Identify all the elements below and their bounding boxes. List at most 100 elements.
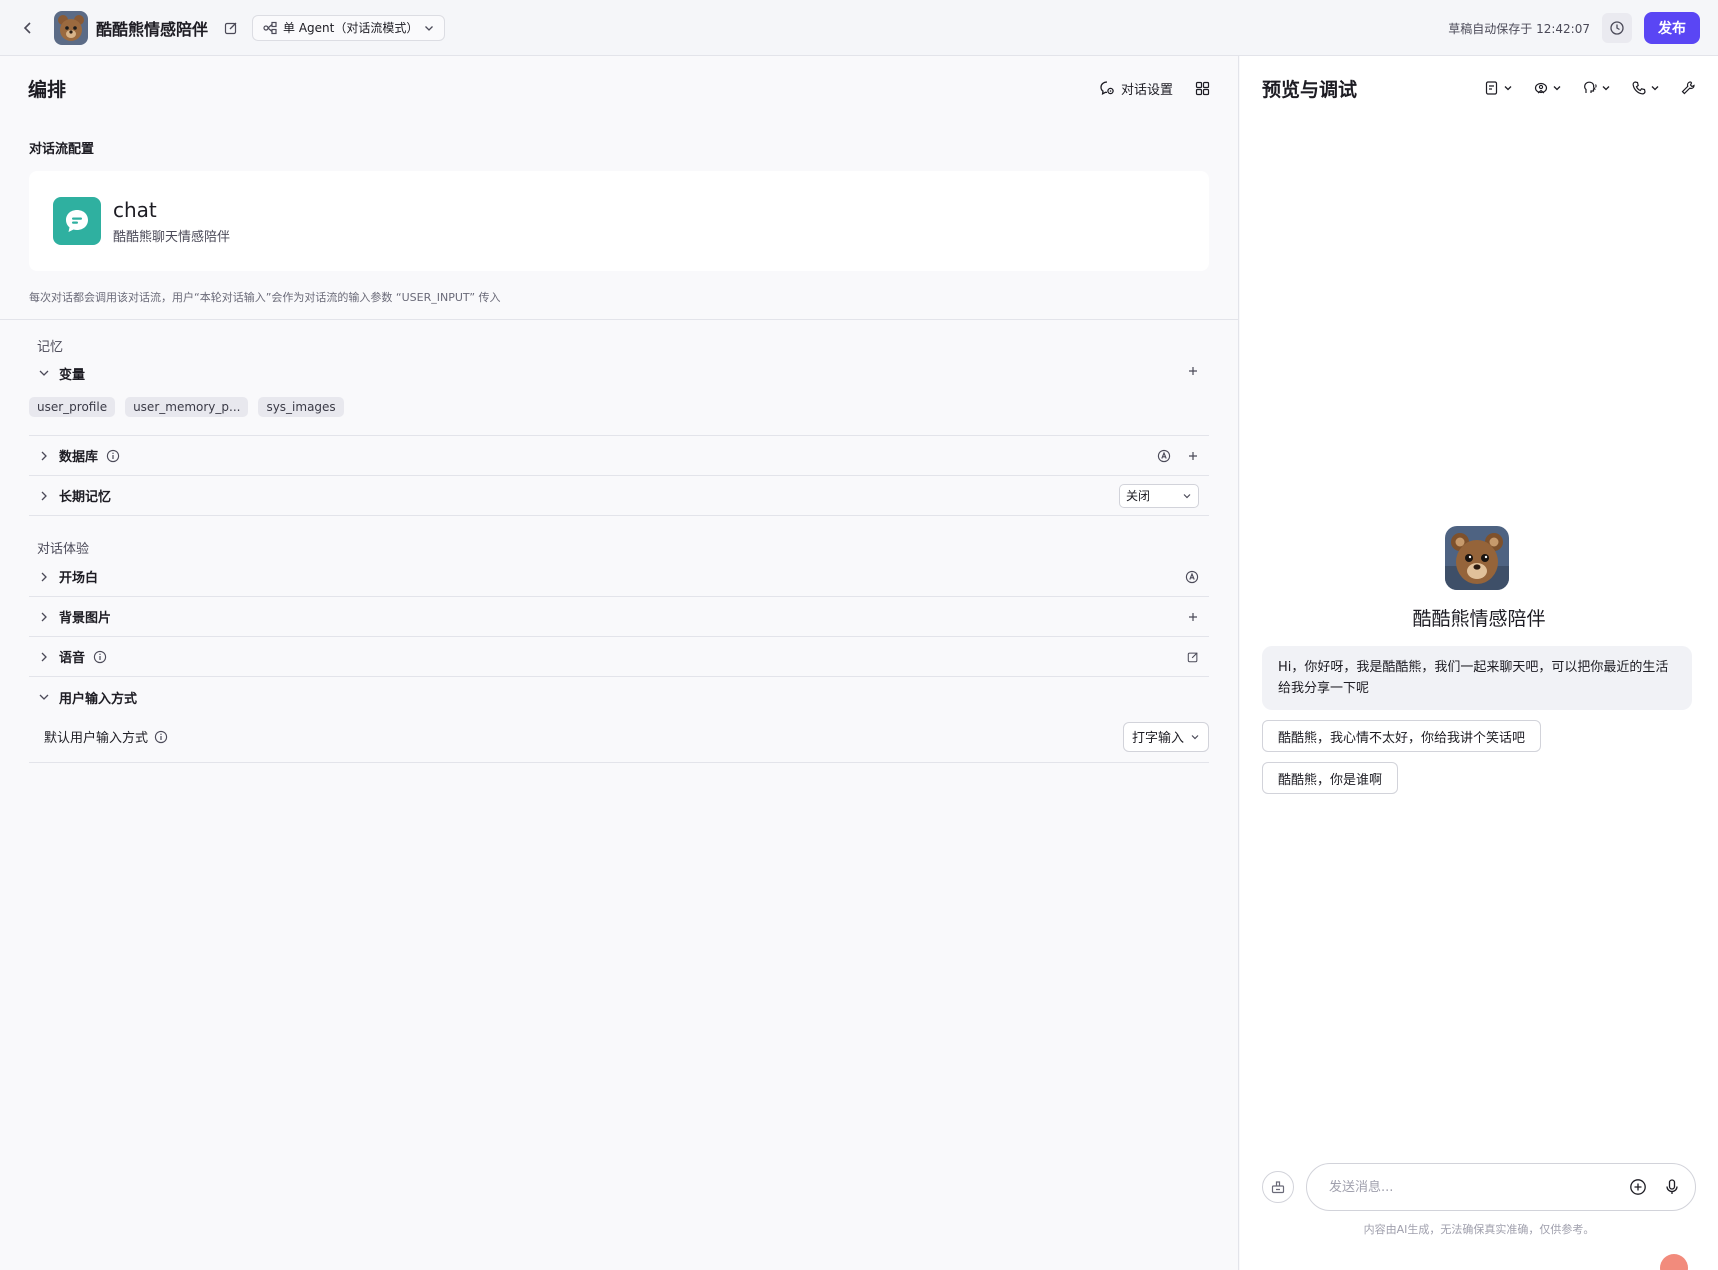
edit-icon [224,22,237,34]
history-button[interactable] [1602,13,1632,43]
variable-tag[interactable]: user_profile [29,397,116,417]
chevron-right-icon [37,489,51,503]
default-input-select[interactable]: 打字输入 [1122,721,1209,752]
flow-card[interactable]: chat 酷酷熊聊天情感陪伴 [29,171,1209,271]
chevron-right-icon [37,650,51,664]
long-memory-label: 长期记忆 [59,490,112,505]
default-input-row: 默认用户输入方式 打字输入 [29,717,1209,763]
chevron-down-icon [1651,86,1659,91]
plus-icon [1189,612,1197,621]
voice-input-button[interactable] [1663,1178,1681,1196]
bot-name: 酷酷熊情感陪伴 [1412,608,1546,630]
phone-icon [1632,81,1646,95]
attach-button[interactable] [1629,1178,1647,1196]
info-icon[interactable] [154,730,168,744]
input-method-label: 用户输入方式 [59,691,138,707]
clear-context-button[interactable] [1262,1171,1294,1203]
flow-name: chat [113,197,157,222]
broom-icon [1271,1181,1285,1194]
workflow-icon [263,21,277,34]
plus-circle-icon [1630,1179,1646,1195]
back-button[interactable] [16,16,40,40]
memory-group-label: 记忆 [37,340,64,355]
variable-tags: user_profile user_memory_p... sys_images [29,397,1209,436]
background-image-row[interactable]: 背景图片 [29,597,1209,637]
edit-voice-button[interactable] [1187,651,1199,663]
chevron-down-icon [1553,86,1561,91]
bot-avatar-small [54,10,88,45]
long-memory-select[interactable]: 关闭 [1119,483,1199,508]
auto-mode-button[interactable] [1185,570,1199,584]
plus-icon [1189,451,1197,460]
history-icon [1610,21,1624,35]
wrench-icon [1681,81,1695,95]
chevron-down-icon [1191,734,1199,739]
layout-toggle-button[interactable] [1195,81,1210,96]
chevron-down-icon [1504,86,1512,91]
auto-icon [1185,570,1199,583]
default-input-label: 默认用户输入方式 [44,731,149,746]
preview-tool-debug[interactable] [1533,80,1562,96]
preview-panel: 预览与调试 酷酷熊情感陪伴 Hi，你好呀，我是酷酷熊，我们一起来聊天吧，可以把你… [1240,56,1718,1270]
variables-row[interactable]: 变量 [29,355,1209,391]
variable-tag[interactable]: sys_images [258,397,344,417]
top-bar: 酷酷熊情感陪伴 单 Agent（对话流模式） 草稿自动保存于 12:42:07 … [0,0,1718,56]
flow-description: 酷酷熊聊天情感陪伴 [113,229,231,245]
message-input[interactable] [1329,1179,1613,1195]
agent-mode-label: 单 Agent（对话流模式） [283,21,419,35]
orchestration-panel: 编排 对话设置 对话流配置 chat 酷酷熊聊天情感陪伴 每次对话都会调用该对话… [0,56,1239,1270]
agent-mode-select[interactable]: 单 Agent（对话流模式） [252,14,446,41]
experience-group-label: 对话体验 [37,542,90,557]
chat-settings-icon [1100,81,1114,95]
suggested-question[interactable]: 酷酷熊，你是谁啊 [1262,762,1399,794]
chevron-down-icon [1183,493,1191,498]
chat-flow-icon [53,197,101,245]
chevron-down-icon [37,690,51,704]
bot-avatar [1445,526,1509,590]
chevron-down-icon [37,366,51,380]
add-variable-button[interactable] [1187,365,1199,381]
autosave-status: 草稿自动保存于 12:42:07 [1448,21,1590,36]
long-memory-row[interactable]: 长期记忆 关闭 [29,476,1209,516]
bug-icon [1534,82,1548,94]
panel-title: 编排 [28,78,67,101]
preview-tool-wrench[interactable] [1680,80,1696,96]
variable-tag[interactable]: user_memory_p... [125,397,249,417]
preview-tool-voice[interactable] [1582,80,1611,96]
conversation-settings-button[interactable]: 对话设置 [1099,79,1173,98]
auto-mode-button[interactable] [1157,449,1171,463]
database-row[interactable]: 数据库 [29,436,1209,476]
edit-title-button[interactable] [222,19,240,37]
info-icon[interactable] [93,650,107,664]
default-input-value: 打字输入 [1131,731,1184,746]
microphone-icon [1666,1179,1678,1194]
voice-head-icon [1584,81,1597,93]
plus-icon [1189,367,1197,375]
voice-label: 语音 [59,651,86,666]
greeting-bubble: Hi，你好呀，我是酷酷熊，我们一起来聊天吧，可以把你最近的生活给我分享一下呢 [1262,646,1692,710]
suggested-question[interactable]: 酷酷熊，我心情不太好，你给我讲个笑话吧 [1262,720,1542,752]
app-title: 酷酷熊情感陪伴 [96,19,209,39]
voice-row[interactable]: 语音 [29,637,1209,677]
opening-row[interactable]: 开场白 [29,557,1209,597]
chevron-right-icon [37,449,51,463]
preview-tool-document[interactable] [1484,80,1513,96]
chevron-down-icon [1602,86,1610,91]
assistant-float-button[interactable] [1660,1254,1688,1270]
variables-label: 变量 [59,367,86,383]
add-database-button[interactable] [1187,450,1199,462]
long-memory-value: 关闭 [1126,489,1151,503]
flow-hint: 每次对话都会调用该对话流，用户“本轮对话输入”会作为对话流的输入参数 “USER… [29,291,501,304]
add-background-button[interactable] [1187,611,1199,623]
info-icon[interactable] [106,449,120,463]
publish-button[interactable]: 发布 [1644,12,1700,44]
edit-icon [1187,651,1198,662]
flow-section-label: 对话流配置 [29,142,95,157]
divider [0,319,1238,320]
document-icon [1485,81,1498,95]
grid-icon [1195,81,1210,95]
input-method-row[interactable]: 用户输入方式 [29,677,1209,717]
preview-tool-call[interactable] [1631,80,1660,96]
chevron-left-icon [23,21,31,34]
background-image-label: 背景图片 [59,611,112,626]
